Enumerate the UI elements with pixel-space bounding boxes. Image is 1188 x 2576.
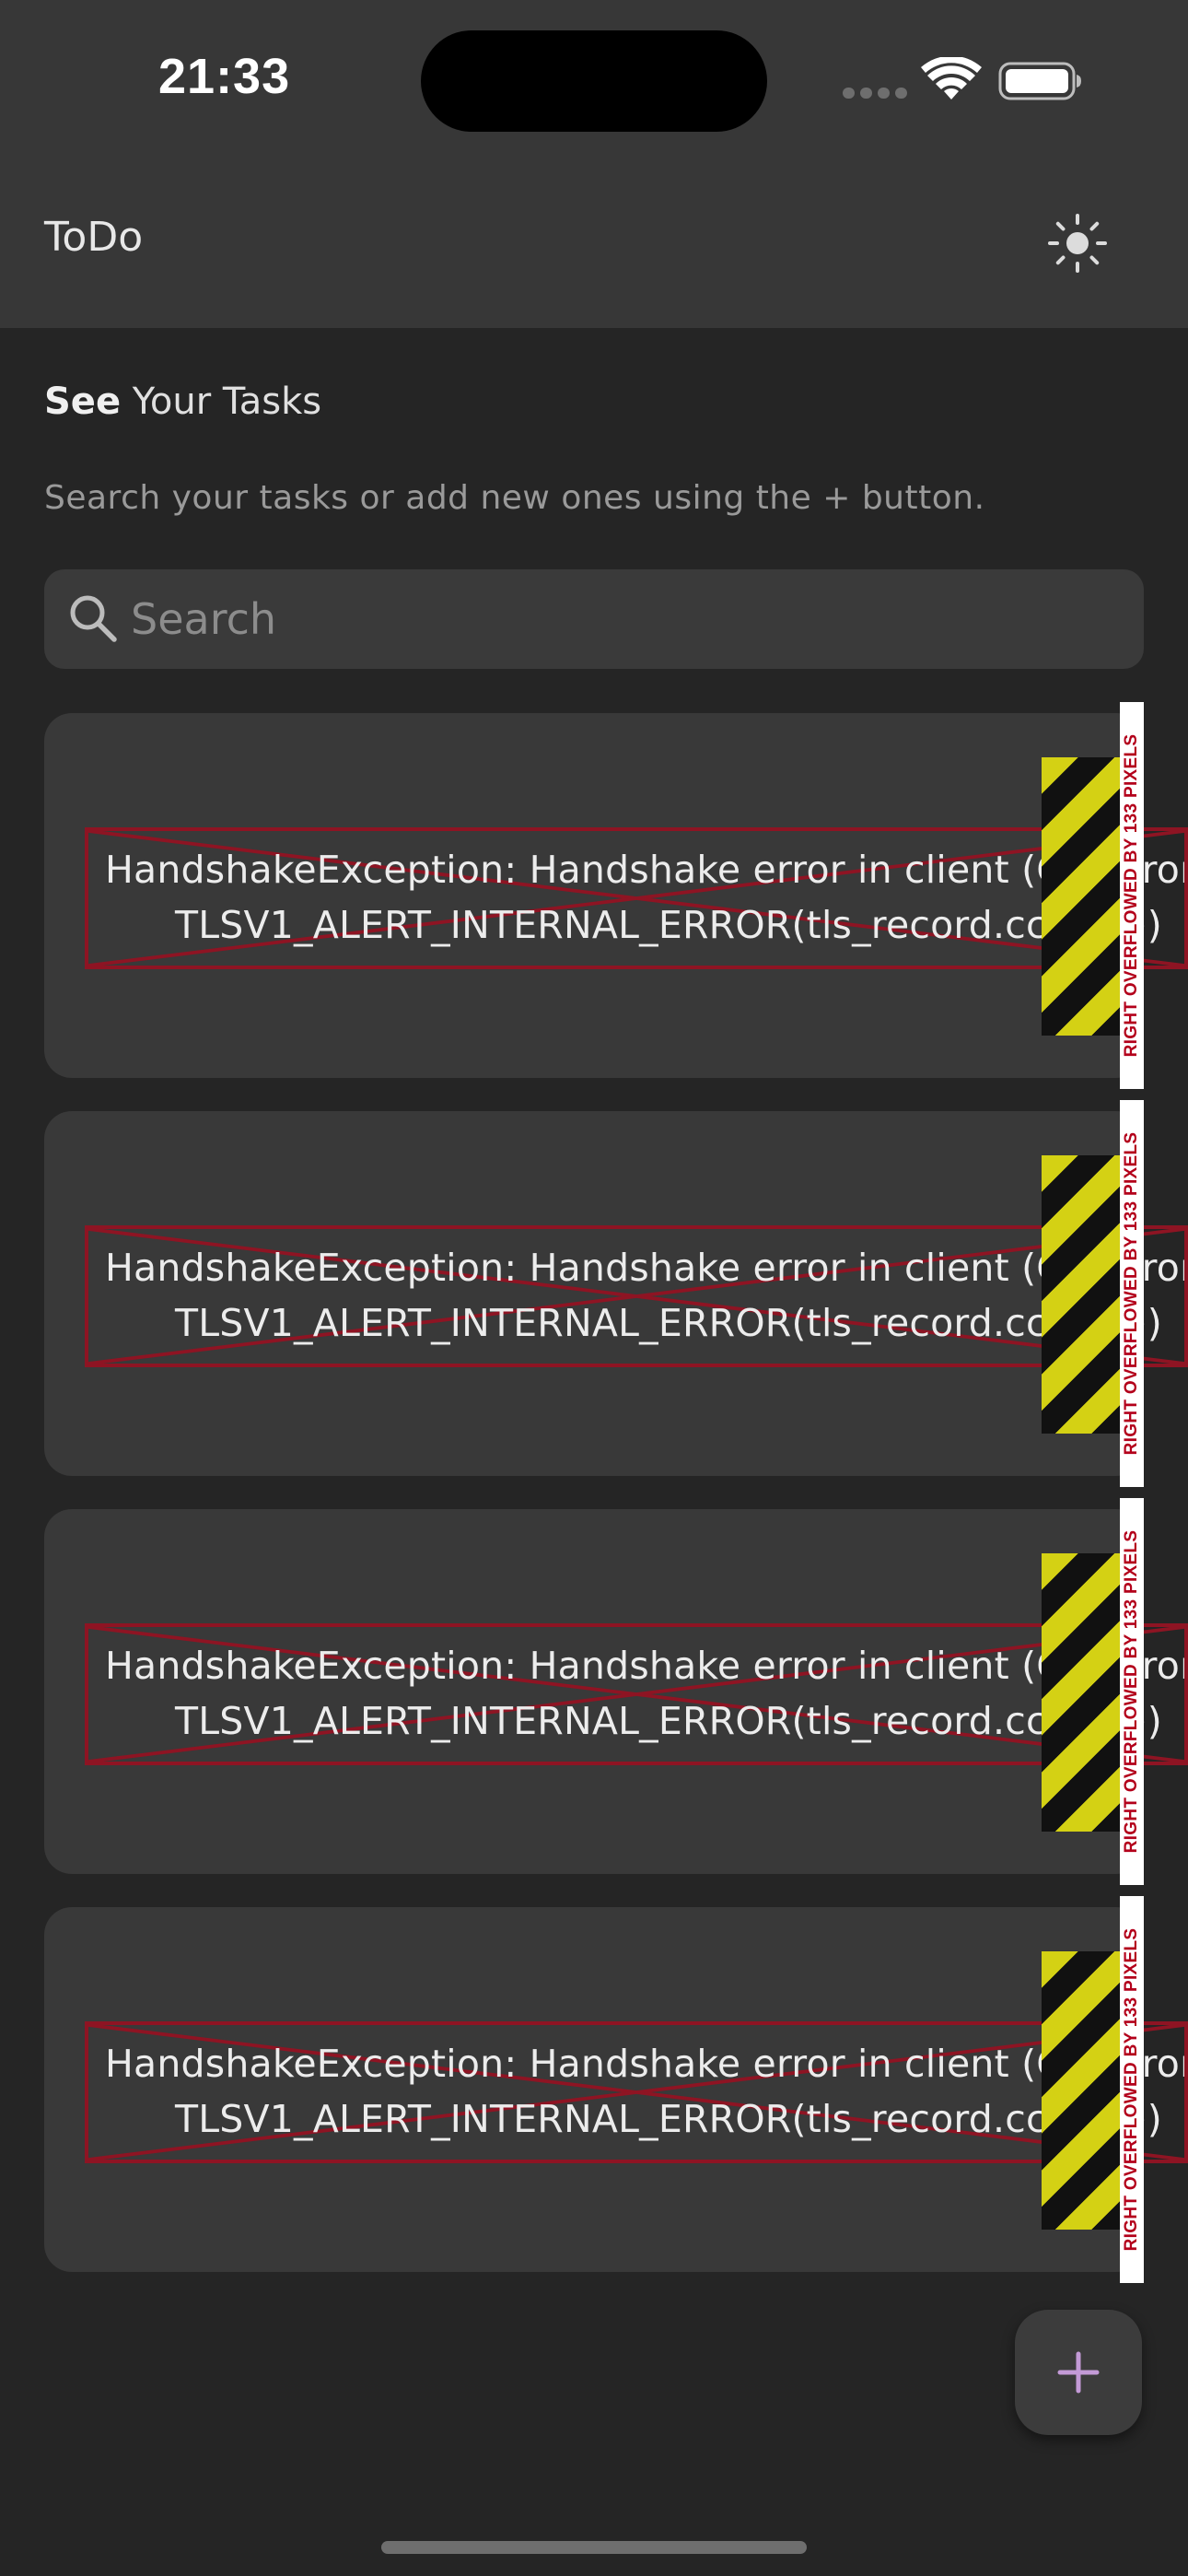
overflow-error-box: HandshakeException: Handshake error in c…: [85, 827, 1188, 969]
error-message-line: TLSV1_ALERT_INTERNAL_ERROR(tls_record.cc…: [175, 903, 1162, 947]
search-icon: [70, 595, 117, 642]
page-subtitle: Search your tasks or add new ones using …: [44, 479, 985, 517]
app-title: ToDo: [44, 214, 144, 261]
battery-icon: [998, 62, 1081, 100]
overflow-warning-stripes: [1042, 1553, 1121, 1832]
theme-toggle-button[interactable]: [1041, 206, 1114, 280]
dynamic-island: [421, 30, 767, 132]
task-card[interactable]: HandshakeException: Handshake error in c…: [44, 1498, 1188, 1885]
overflow-label: RIGHT OVERFLOWED BY 133 PIXELS: [1120, 1896, 1144, 2283]
app-bar: 21:33 ToDo: [0, 0, 1188, 328]
error-message-line: TLSV1_ALERT_INTERNAL_ERROR(tls_record.cc…: [175, 1699, 1162, 1743]
overflow-error-box: HandshakeException: Handshake error in c…: [85, 1225, 1188, 1367]
task-card[interactable]: HandshakeException: Handshake error in c…: [44, 1100, 1188, 1487]
overflow-label: RIGHT OVERFLOWED BY 133 PIXELS: [1120, 702, 1144, 1089]
overflow-warning-stripes: [1042, 757, 1121, 1036]
signal-dots-icon: [843, 88, 907, 99]
overflow-label-text: RIGHT OVERFLOWED BY 133 PIXELS: [1122, 1131, 1141, 1456]
overflow-warning-stripes: [1042, 1951, 1121, 2230]
page-title-rest: Your Tasks: [121, 381, 322, 423]
sun-icon: [1048, 214, 1107, 273]
error-message-line: TLSV1_ALERT_INTERNAL_ERROR(tls_record.cc…: [175, 1301, 1162, 1345]
task-card[interactable]: HandshakeException: Handshake error in c…: [44, 702, 1188, 1089]
overflow-warning-stripes: [1042, 1155, 1121, 1434]
overflow-label-text: RIGHT OVERFLOWED BY 133 PIXELS: [1122, 733, 1141, 1058]
page-title-bold: See: [44, 381, 122, 423]
add-task-button[interactable]: [1015, 2310, 1142, 2435]
search-bar[interactable]: [44, 569, 1144, 669]
status-time: 21:33: [158, 49, 291, 104]
overflow-error-box: HandshakeException: Handshake error in c…: [85, 2021, 1188, 2163]
error-message-line: HandshakeException: Handshake error in c…: [105, 1644, 1188, 1688]
screen: 21:33 ToDo See Your Tasks Search your ta…: [0, 0, 1188, 2576]
search-input[interactable]: [131, 569, 1125, 669]
page-title: See Your Tasks: [44, 381, 321, 423]
wifi-icon: [921, 57, 982, 100]
overflow-error-box: HandshakeException: Handshake error in c…: [85, 1623, 1188, 1765]
overflow-label: RIGHT OVERFLOWED BY 133 PIXELS: [1120, 1100, 1144, 1487]
overflow-label-text: RIGHT OVERFLOWED BY 133 PIXELS: [1122, 1927, 1141, 2252]
task-card[interactable]: HandshakeException: Handshake error in c…: [44, 1896, 1188, 2283]
overflow-label-text: RIGHT OVERFLOWED BY 133 PIXELS: [1122, 1529, 1141, 1854]
error-message-line: HandshakeException: Handshake error in c…: [105, 848, 1188, 892]
error-message-line: HandshakeException: Handshake error in c…: [105, 1246, 1188, 1290]
home-indicator[interactable]: [381, 2541, 807, 2554]
error-message-line: HandshakeException: Handshake error in c…: [105, 2042, 1188, 2086]
plus-icon: [1057, 2351, 1100, 2394]
error-message-line: TLSV1_ALERT_INTERNAL_ERROR(tls_record.cc…: [175, 2097, 1162, 2141]
overflow-label: RIGHT OVERFLOWED BY 133 PIXELS: [1120, 1498, 1144, 1885]
